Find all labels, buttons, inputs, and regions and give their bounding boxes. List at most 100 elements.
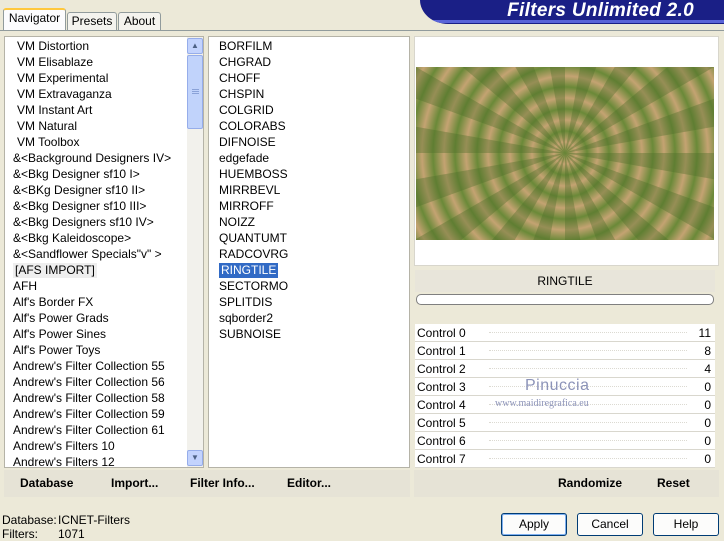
tab-navigator[interactable]: Navigator: [3, 8, 66, 30]
filter-list-panel: BORFILM CHGRAD CHOFF CHSPIN COLGRID COLORABS D…: [208, 36, 410, 468]
control-label: Control 3: [417, 380, 466, 394]
category-item[interactable]: Andrew's Filters 12: [5, 454, 203, 470]
filter-list[interactable]: BORFILM CHGRAD CHOFF CHSPIN COLGRID COLORABS D…: [209, 37, 409, 342]
filter-item-label: MIRROFF: [219, 199, 274, 213]
category-item[interactable]: Andrew's Filter Collection 58: [5, 390, 203, 406]
control-slider-2[interactable]: Control 2 4: [415, 360, 715, 378]
category-item[interactable]: VM Instant Art: [5, 102, 203, 118]
filter-item[interactable]: RINGTILE: [209, 262, 409, 278]
control-slider-1[interactable]: Control 1 8: [415, 342, 715, 360]
category-item[interactable]: AFH: [5, 278, 203, 294]
filter-item[interactable]: NOIZZ: [209, 214, 409, 230]
category-item[interactable]: Alf's Power Toys: [5, 342, 203, 358]
category-item[interactable]: Alf's Border FX: [5, 294, 203, 310]
watermark-name: Pinuccia: [525, 377, 590, 394]
slider-track[interactable]: [489, 350, 687, 351]
filter-item-label: CHOFF: [219, 71, 261, 85]
slider-track[interactable]: [489, 422, 687, 423]
filter-item[interactable]: SUBNOISE: [209, 326, 409, 342]
category-item[interactable]: &<Bkg Designers sf10 IV>: [5, 214, 203, 230]
category-item[interactable]: &<Sandflower Specials"v" >: [5, 246, 203, 262]
category-item[interactable]: &<Background Designers IV>: [5, 150, 203, 166]
filter-item-label: SPLITDIS: [219, 295, 273, 309]
import-button[interactable]: Import...: [111, 476, 158, 490]
category-item-label: Alf's Border FX: [13, 295, 94, 309]
filter-item[interactable]: MIRRBEVL: [209, 182, 409, 198]
scroll-up-icon[interactable]: ▲: [187, 38, 203, 54]
filter-item-label: CHGRAD: [219, 55, 272, 69]
filter-item[interactable]: CHSPIN: [209, 86, 409, 102]
control-label: Control 1: [417, 344, 466, 358]
category-item[interactable]: Andrew's Filter Collection 61: [5, 422, 203, 438]
scrollbar-thumb[interactable]: [187, 55, 203, 129]
category-item[interactable]: VM Experimental: [5, 70, 203, 86]
filter-item[interactable]: CHGRAD: [209, 54, 409, 70]
filter-item[interactable]: COLORABS: [209, 118, 409, 134]
category-item[interactable]: Andrew's Filter Collection 59: [5, 406, 203, 422]
category-scrollbar[interactable]: ▲ ▼: [187, 37, 203, 467]
slider-track[interactable]: [489, 440, 687, 441]
category-item[interactable]: Alf's Power Grads: [5, 310, 203, 326]
control-slider-7[interactable]: Control 7 0: [415, 450, 715, 468]
filter-item[interactable]: MIRROFF: [209, 198, 409, 214]
filter-item[interactable]: QUANTUMT: [209, 230, 409, 246]
category-item[interactable]: VM Elisablaze: [5, 54, 203, 70]
category-list[interactable]: VM Distortion VM Elisablaze VM Experimenta…: [5, 37, 203, 470]
editor-button[interactable]: Editor...: [287, 476, 331, 490]
category-item[interactable]: [AFS IMPORT]: [5, 262, 203, 278]
tab-about[interactable]: About: [118, 12, 161, 31]
filter-item[interactable]: RADCOVRG: [209, 246, 409, 262]
scroll-down-icon[interactable]: ▼: [187, 450, 203, 466]
category-item-label: &<Bkg Designers sf10 IV>: [13, 215, 154, 229]
category-item-label: Andrew's Filter Collection 55: [13, 359, 165, 373]
category-item[interactable]: Andrew's Filter Collection 55: [5, 358, 203, 374]
randomize-button[interactable]: Randomize: [558, 476, 622, 490]
database-button[interactable]: Database: [20, 476, 73, 490]
category-item-label: VM Extravaganza: [17, 87, 112, 101]
left-toolbar: Database Import... Filter Info... Editor…: [4, 470, 410, 497]
filter-item[interactable]: sqborder2: [209, 310, 409, 326]
category-item[interactable]: Andrew's Filters 10: [5, 438, 203, 454]
control-slider-6[interactable]: Control 6 0: [415, 432, 715, 450]
category-item[interactable]: Alf's Power Sines: [5, 326, 203, 342]
category-item-label: &<Bkg Kaleidoscope>: [13, 231, 132, 245]
filter-item-label: COLGRID: [219, 103, 274, 117]
filter-item-label: NOIZZ: [219, 215, 255, 229]
control-slider-0[interactable]: Control 0 11: [415, 324, 715, 342]
status-filters-value: 1071: [58, 527, 85, 541]
filter-item[interactable]: COLGRID: [209, 102, 409, 118]
control-value: 4: [704, 362, 711, 376]
status-database-value: ICNET-Filters: [58, 513, 130, 527]
reset-button[interactable]: Reset: [657, 476, 690, 490]
category-item-label: &<BKg Designer sf10 II>: [13, 183, 146, 197]
category-item-label: Andrew's Filters 10: [13, 439, 115, 453]
filter-item[interactable]: SECTORMO: [209, 278, 409, 294]
filter-item[interactable]: HUEMBOSS: [209, 166, 409, 182]
status-database-label: Database:: [2, 513, 57, 527]
category-item[interactable]: &<BKg Designer sf10 II>: [5, 182, 203, 198]
category-item[interactable]: VM Natural: [5, 118, 203, 134]
category-item[interactable]: VM Toolbox: [5, 134, 203, 150]
filter-item[interactable]: BORFILM: [209, 38, 409, 54]
filter-item-label: QUANTUMT: [219, 231, 287, 245]
slider-track[interactable]: [489, 458, 687, 459]
category-item-label: Alf's Power Sines: [13, 327, 106, 341]
tab-presets[interactable]: Presets: [67, 12, 117, 31]
category-item[interactable]: VM Extravaganza: [5, 86, 203, 102]
category-item[interactable]: VM Distortion: [5, 38, 203, 54]
filter-item[interactable]: DIFNOISE: [209, 134, 409, 150]
filter-item[interactable]: edgefade: [209, 150, 409, 166]
category-item[interactable]: &<Bkg Designer sf10 I>: [5, 166, 203, 182]
filter-item[interactable]: SPLITDIS: [209, 294, 409, 310]
category-item[interactable]: &<Bkg Kaleidoscope>: [5, 230, 203, 246]
filter-item-label: SUBNOISE: [219, 327, 282, 341]
filter-item[interactable]: CHOFF: [209, 70, 409, 86]
filter-info-button[interactable]: Filter Info...: [190, 476, 255, 490]
category-item[interactable]: Andrew's Filter Collection 56: [5, 374, 203, 390]
slider-track[interactable]: [489, 368, 687, 369]
category-item[interactable]: &<Bkg Designer sf10 III>: [5, 198, 203, 214]
control-slider-5[interactable]: Control 5 0: [415, 414, 715, 432]
slider-track[interactable]: [489, 332, 687, 333]
filter-item-label: CHSPIN: [219, 87, 265, 101]
category-item-label: [AFS IMPORT]: [13, 263, 97, 278]
